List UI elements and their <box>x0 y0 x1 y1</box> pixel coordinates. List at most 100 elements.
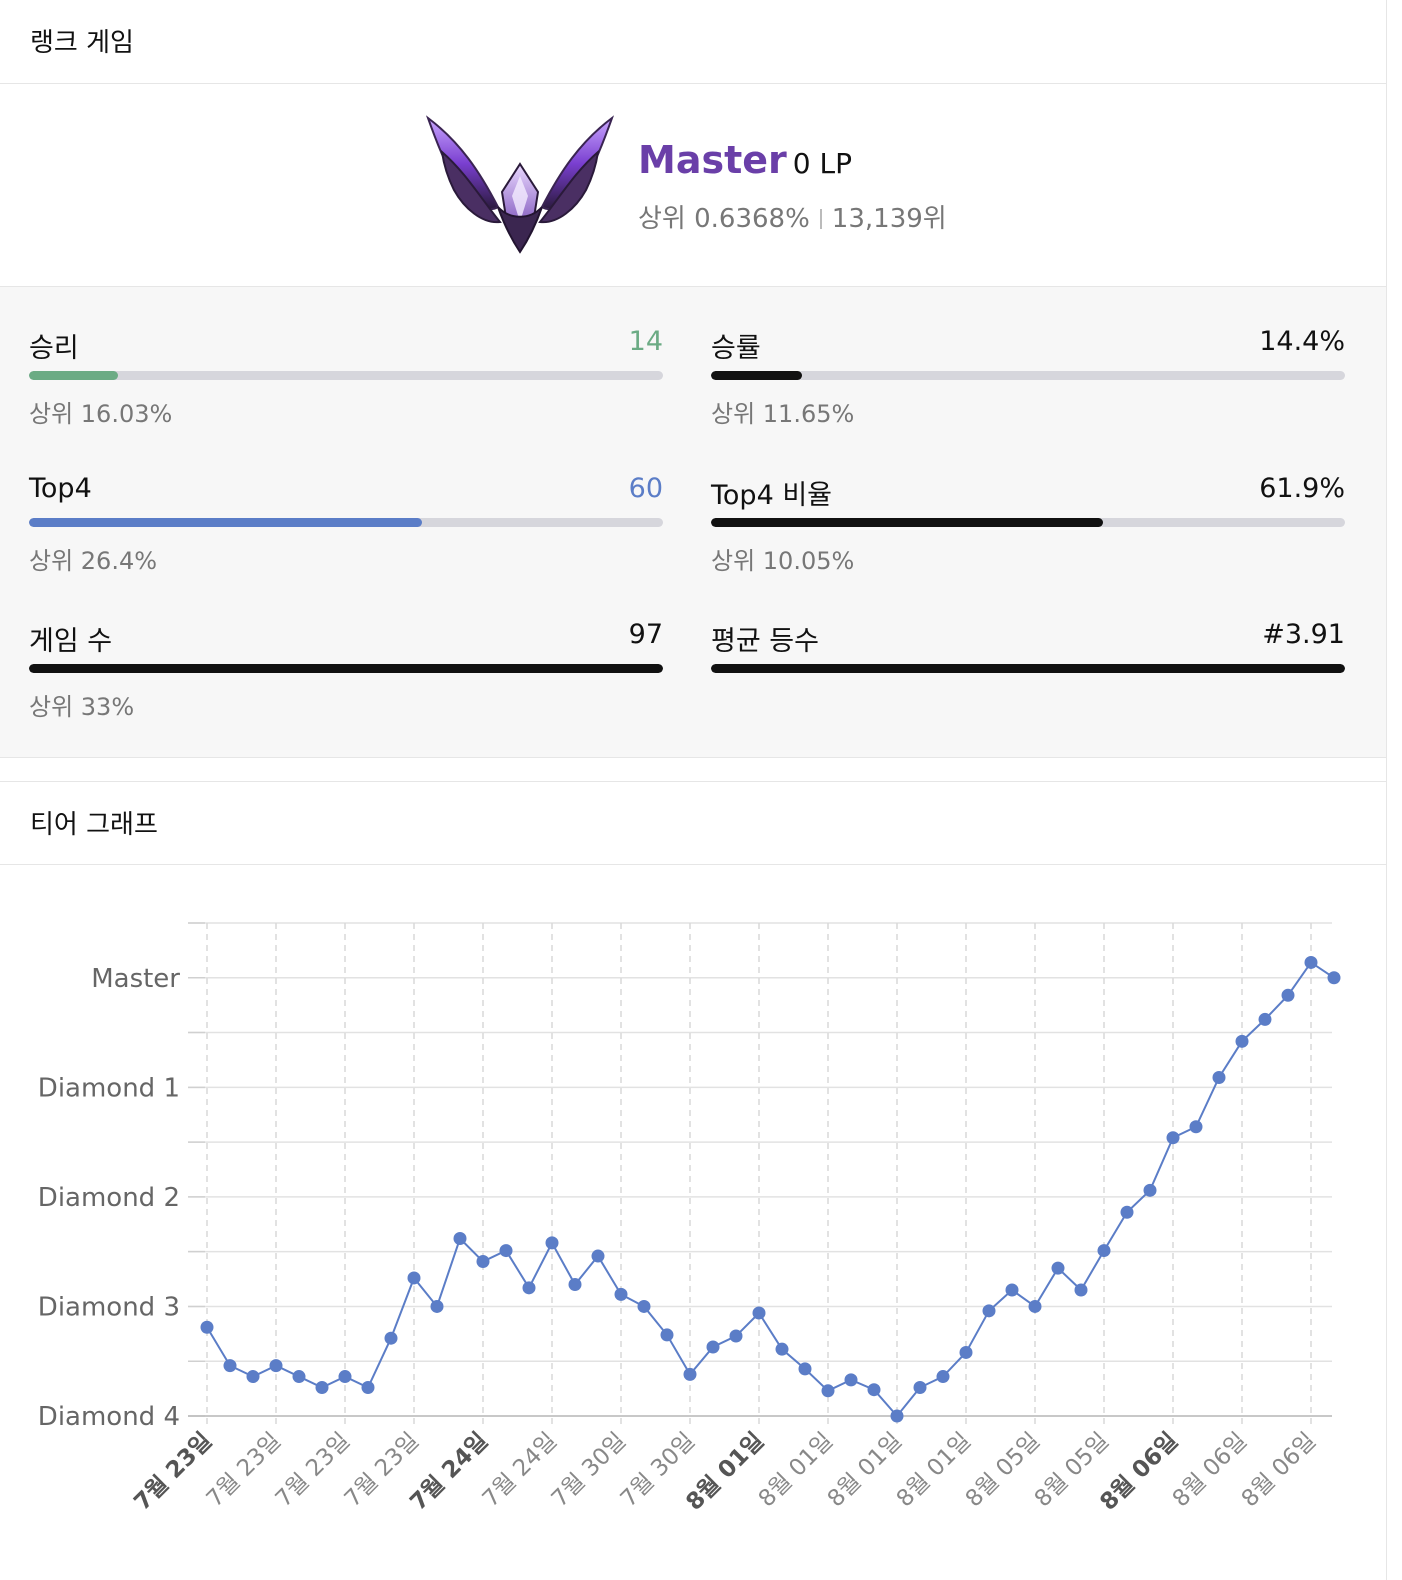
data-point <box>246 1370 260 1384</box>
tier-graph-header: 티어 그래프 <box>0 781 1386 865</box>
data-point <box>706 1340 720 1354</box>
stat-sub: 상위 10.05% <box>711 547 855 575</box>
series-line <box>206 961 1335 1418</box>
stat-value: 97 <box>628 619 663 650</box>
data-point <box>660 1328 674 1342</box>
data-point <box>292 1370 306 1384</box>
data-point <box>798 1362 812 1376</box>
stat-sub: 상위 11.65% <box>711 400 855 428</box>
x-tick-label: 7월 23일 <box>129 1428 217 1516</box>
stat-label: 평균 등수 <box>711 626 819 657</box>
data-point <box>982 1304 996 1318</box>
stat-bar <box>711 664 1345 673</box>
stat-bar-fill <box>711 518 1104 527</box>
tier-graph-svg: Diamond 4 Diamond 3 Diamond 2 Diamond 1 Mast… <box>38 922 1341 1516</box>
tier-name: Master 0 LP <box>638 138 852 182</box>
tier-top-percent: 상위 0.6368% <box>638 204 810 234</box>
data-point <box>959 1345 973 1359</box>
data-point <box>430 1299 444 1313</box>
x-tick-label: 7월 23일 <box>271 1428 356 1513</box>
stat-label: Top4 비율 <box>711 480 833 511</box>
stat-value: 14 <box>628 326 663 357</box>
stat-value: #3.91 <box>1262 619 1345 650</box>
stat-bar-fill <box>29 371 118 380</box>
stat-value: 61.9% <box>1259 473 1345 504</box>
data-point <box>637 1299 651 1313</box>
data-point <box>867 1383 881 1397</box>
tier-graph: Diamond 4 Diamond 3 Diamond 2 Diamond 1 Mast… <box>0 868 1386 1580</box>
stat-label: 승률 <box>711 333 761 364</box>
data-point <box>1028 1299 1042 1313</box>
y-tick-label: Diamond 2 <box>38 1183 180 1213</box>
stat-label: 승리 <box>29 333 79 364</box>
y-tick-label: Diamond 1 <box>38 1073 180 1103</box>
data-point <box>890 1409 904 1423</box>
ranked-title: 랭크 게임 <box>30 28 134 58</box>
data-point <box>1097 1244 1111 1258</box>
data-point <box>361 1381 375 1395</box>
stat-bar <box>29 518 663 527</box>
ranked-panel: 랭크 게임 Master 0 LP 상위 0.6368% 13,139위 승리 … <box>0 0 1387 1580</box>
data-point <box>453 1232 467 1246</box>
data-point <box>1166 1131 1180 1145</box>
data-point <box>1189 1120 1203 1134</box>
data-point <box>1258 1012 1272 1026</box>
x-tick-label: 8월 06일 <box>1168 1428 1253 1513</box>
data-point <box>1074 1283 1088 1297</box>
data-point <box>936 1370 950 1384</box>
x-tick-label: 8월 01일 <box>892 1428 977 1513</box>
stat-label: Top4 <box>29 473 92 504</box>
stat-bar-fill <box>711 664 1345 673</box>
data-point <box>568 1278 582 1292</box>
x-tick-label: 7월 24일 <box>478 1428 563 1513</box>
data-point <box>729 1329 743 1343</box>
data-point <box>384 1331 398 1345</box>
data-point <box>752 1306 766 1320</box>
data-point <box>614 1287 628 1301</box>
data-point <box>338 1370 352 1384</box>
data-point <box>545 1236 559 1250</box>
data-point <box>476 1255 490 1269</box>
y-tick-label: Diamond 4 <box>38 1402 180 1432</box>
ranked-header: 랭크 게임 <box>0 0 1386 84</box>
x-tick-label: 8월 01일 <box>823 1428 908 1513</box>
x-tick-label: 8월 06일 <box>1237 1428 1322 1513</box>
tier-graph-title: 티어 그래프 <box>30 810 158 840</box>
master-emblem-icon <box>425 115 615 254</box>
data-point <box>1212 1070 1226 1084</box>
data-point <box>1120 1205 1134 1219</box>
stat-bar-fill <box>29 518 423 527</box>
stat-sub: 상위 26.4% <box>29 547 158 575</box>
stat-bar <box>29 371 663 380</box>
divider <box>819 209 822 229</box>
stat-label: 게임 수 <box>29 626 113 657</box>
data-point <box>1143 1183 1157 1197</box>
data-point <box>913 1381 927 1395</box>
stat-sub: 상위 33% <box>29 693 135 721</box>
y-tick-label: Diamond 3 <box>38 1292 180 1322</box>
tier-rank: 13,139위 <box>831 204 947 234</box>
data-point <box>1235 1034 1249 1048</box>
data-point <box>775 1342 789 1356</box>
stat-value: 60 <box>628 473 663 504</box>
data-point <box>315 1381 329 1395</box>
data-point <box>1327 971 1341 985</box>
data-point <box>407 1271 421 1285</box>
data-point <box>683 1367 697 1381</box>
stat-bar <box>711 518 1345 527</box>
data-point <box>591 1249 605 1263</box>
data-point <box>200 1320 214 1334</box>
stat-bar <box>711 371 1345 380</box>
data-point <box>1304 955 1318 969</box>
data-point <box>269 1359 283 1373</box>
x-tick-label: 8월 01일 <box>754 1428 839 1513</box>
tier-summary <box>0 86 1386 287</box>
x-tick-label: 8월 05일 <box>961 1428 1046 1513</box>
tier-name-text: Master <box>638 138 787 182</box>
data-point <box>821 1384 835 1398</box>
data-point <box>1051 1261 1065 1275</box>
data-point <box>522 1281 536 1295</box>
tier-rank-line: 상위 0.6368% 13,139위 <box>638 198 947 235</box>
stat-sub: 상위 16.03% <box>29 400 173 428</box>
x-tick-label: 7월 23일 <box>202 1428 287 1513</box>
